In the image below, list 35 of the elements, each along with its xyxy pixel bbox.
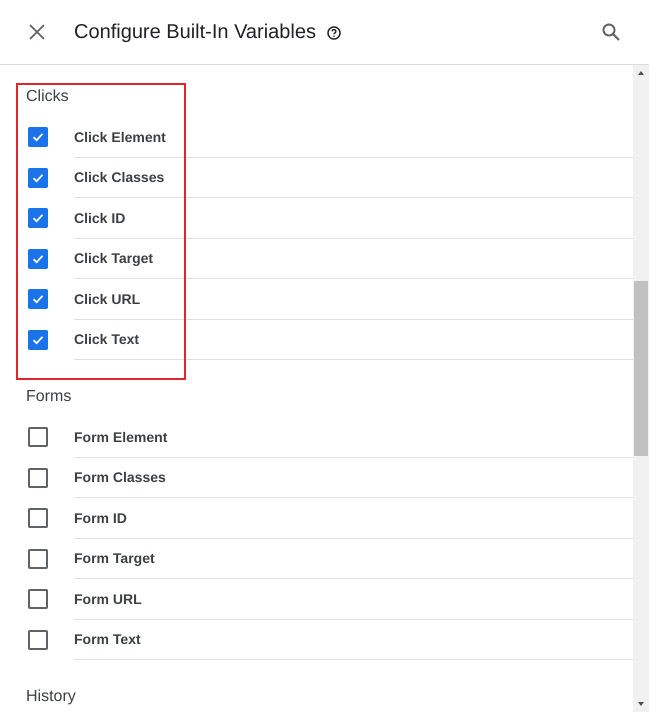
variable-label: Click Text <box>74 331 140 348</box>
variable-label: Click Classes <box>74 169 164 186</box>
section-title: Clicks <box>26 87 69 107</box>
section-title: Forms <box>26 387 72 407</box>
checkbox[interactable] <box>28 589 48 610</box>
checkbox[interactable] <box>28 508 48 528</box>
scroll-thumb[interactable] <box>634 281 648 456</box>
checkbox[interactable] <box>28 127 48 148</box>
checkbox[interactable] <box>28 330 48 350</box>
dialog-title: Configure Built-In Variables <box>74 20 316 44</box>
scroll-up-icon[interactable] <box>637 70 645 76</box>
variable-label: Form Element <box>74 428 168 445</box>
checkbox[interactable] <box>28 427 48 448</box>
scrollbar[interactable] <box>633 65 649 712</box>
checkbox[interactable] <box>28 468 48 488</box>
checkbox[interactable] <box>28 208 48 228</box>
checkbox[interactable] <box>28 630 48 650</box>
variable-label: Form Target <box>74 550 155 566</box>
variable-label: Form Text <box>74 631 141 648</box>
variable-label: Click URL <box>74 290 140 307</box>
variable-label: Form Classes <box>74 469 166 486</box>
checkbox[interactable] <box>28 248 48 269</box>
section-title: History <box>26 687 76 707</box>
checkbox[interactable] <box>28 548 48 569</box>
help-icon[interactable] <box>326 26 341 40</box>
checkbox[interactable] <box>28 168 48 188</box>
variable-label: Click Target <box>74 250 154 266</box>
checkbox[interactable] <box>28 289 48 310</box>
close-icon[interactable] <box>29 24 45 40</box>
variable-label: Form ID <box>74 510 127 526</box>
variable-label: Click ID <box>74 210 126 226</box>
variable-label: Form URL <box>74 590 142 607</box>
scroll-down-icon[interactable] <box>637 701 645 707</box>
search-icon[interactable] <box>602 23 620 41</box>
variable-label: Click Element <box>74 128 166 145</box>
